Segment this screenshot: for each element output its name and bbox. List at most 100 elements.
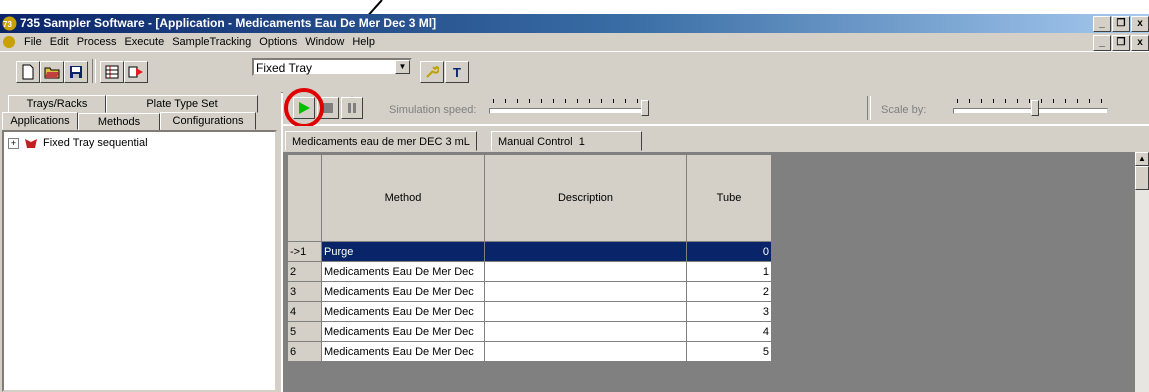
document-tabs: Medicaments eau de mer DEC 3 mL Manual C… (283, 126, 1149, 152)
tab-methods[interactable]: Methods (78, 113, 160, 131)
tab-trays-racks[interactable]: Trays/Racks (8, 95, 106, 113)
speed-slider-thumb[interactable] (641, 100, 649, 116)
menu-bar: File Edit Process Execute SampleTracking… (0, 33, 1149, 51)
tools-button[interactable] (420, 61, 444, 83)
cell-method[interactable]: Medicaments Eau De Mer Dec (321, 341, 485, 362)
table-row[interactable]: 5 Medicaments Eau De Mer Dec 4 (287, 321, 772, 342)
row-number[interactable]: 6 (287, 341, 322, 362)
tab-configurations[interactable]: Configurations (160, 112, 256, 130)
menu-file[interactable]: File (20, 33, 46, 51)
expand-icon[interactable]: + (8, 137, 19, 149)
menu-edit[interactable]: Edit (46, 33, 73, 51)
methods-table[interactable]: Method Description Tube ->1 Purge 0 2 Me… (287, 154, 772, 362)
vertical-scrollbar[interactable]: ▲ (1135, 152, 1149, 392)
speed-slider[interactable] (489, 108, 644, 114)
restore-button[interactable]: ❐ (1112, 16, 1130, 32)
row-number[interactable]: 4 (287, 301, 322, 322)
run-button[interactable] (124, 61, 148, 83)
tab-medicaments-eau-de-mer[interactable]: Medicaments eau de mer DEC 3 mL (285, 131, 477, 151)
cell-tube[interactable]: 1 (686, 261, 772, 282)
text-button[interactable]: T (445, 61, 469, 83)
column-header-description[interactable]: Description (484, 154, 687, 242)
simulation-speed-label: Simulation speed: (389, 104, 477, 116)
cell-description[interactable] (484, 281, 687, 302)
cell-method[interactable]: Medicaments Eau De Mer Dec (321, 301, 485, 322)
menu-execute[interactable]: Execute (120, 33, 168, 51)
cell-method[interactable]: Medicaments Eau De Mer Dec (321, 281, 485, 302)
save-disk-icon (70, 66, 82, 78)
close-button[interactable]: x (1131, 16, 1149, 32)
doc-minimize-button[interactable]: _ (1093, 35, 1111, 51)
table-row[interactable]: 4 Medicaments Eau De Mer Dec 3 (287, 301, 772, 322)
speed-ticks (493, 99, 638, 103)
tab-plate-type-set[interactable]: Plate Type Set (106, 95, 258, 113)
window-title: 735 Sampler Software - [Application - Me… (20, 16, 437, 30)
tree-item-fixed-tray-sequential[interactable]: + Fixed Tray sequential (8, 136, 148, 150)
table-row[interactable]: 6 Medicaments Eau De Mer Dec 5 (287, 341, 772, 362)
minimize-button[interactable]: _ (1093, 16, 1111, 32)
row-number[interactable]: 2 (287, 261, 322, 282)
title-bar: 73 735 Sampler Software - [Application -… (0, 14, 1149, 33)
tree-item-label: Fixed Tray sequential (43, 137, 148, 149)
method-tree[interactable]: + Fixed Tray sequential (2, 130, 277, 392)
grid-button[interactable] (100, 61, 124, 83)
scale-slider-thumb[interactable] (1031, 100, 1039, 116)
chevron-down-icon[interactable]: ▼ (395, 60, 410, 74)
open-folder-icon (44, 67, 60, 79)
menu-options[interactable]: Options (255, 33, 301, 51)
open-button[interactable] (40, 61, 64, 83)
methods-grid-area: Method Description Tube ->1 Purge 0 2 Me… (283, 152, 1135, 392)
table-row[interactable]: ->1 Purge 0 (287, 241, 772, 262)
toolbar-separator (92, 59, 96, 83)
method-icon (25, 139, 37, 148)
column-header-tube[interactable]: Tube (686, 154, 772, 242)
scale-by-label: Scale by: (881, 104, 927, 116)
menu-help[interactable]: Help (348, 33, 379, 51)
row-number[interactable]: 5 (287, 321, 322, 342)
table-row[interactable]: 2 Medicaments Eau De Mer Dec 1 (287, 261, 772, 282)
doc-close-button[interactable]: x (1131, 35, 1149, 51)
cell-tube[interactable]: 0 (686, 241, 772, 262)
column-header-method[interactable]: Method (321, 154, 485, 242)
annotation-circle (284, 88, 324, 128)
run-arrow-icon (128, 66, 143, 78)
save-button[interactable] (64, 61, 88, 83)
cell-description[interactable] (484, 341, 687, 362)
scrollbar-thumb[interactable] (1135, 166, 1149, 190)
cell-tube[interactable]: 4 (686, 321, 772, 342)
pause-button[interactable] (341, 97, 363, 119)
table-row[interactable]: 3 Medicaments Eau De Mer Dec 2 (287, 281, 772, 302)
table-header-row: Method Description Tube (287, 154, 772, 242)
menu-process[interactable]: Process (73, 33, 121, 51)
cell-tube[interactable]: 3 (686, 301, 772, 322)
main-toolbar: T (0, 51, 1149, 93)
cell-method[interactable]: Medicaments Eau De Mer Dec (321, 261, 485, 282)
row-number[interactable]: ->1 (287, 241, 322, 262)
new-button[interactable] (16, 61, 40, 83)
cell-description[interactable] (484, 321, 687, 342)
toolbar-separator (867, 96, 871, 120)
tab-applications[interactable]: Applications (2, 112, 78, 130)
scroll-up-icon[interactable]: ▲ (1135, 152, 1149, 166)
tab-manual-control[interactable]: Manual Control 1 (491, 131, 642, 151)
pause-icon (348, 103, 356, 113)
document-icon[interactable] (2, 35, 16, 49)
menu-window[interactable]: Window (301, 33, 348, 51)
row-number[interactable]: 3 (287, 281, 322, 302)
cell-tube[interactable]: 5 (686, 341, 772, 362)
doc-restore-button[interactable]: ❐ (1112, 35, 1130, 51)
cell-tube[interactable]: 2 (686, 281, 772, 302)
cell-description[interactable] (484, 301, 687, 322)
app-icon: 73 (2, 16, 17, 31)
text-t-icon: T (453, 64, 461, 80)
cell-method[interactable]: Purge (321, 241, 485, 262)
manual-control-count: 1 (578, 136, 585, 148)
cell-description[interactable] (484, 261, 687, 282)
menu-sampletracking[interactable]: SampleTracking (168, 33, 255, 51)
cell-method[interactable]: Medicaments Eau De Mer Dec (321, 321, 485, 342)
cell-description[interactable] (484, 241, 687, 262)
svg-text:73: 73 (3, 20, 12, 29)
new-document-icon (22, 64, 34, 80)
tray-select[interactable]: Fixed Tray ▼ (252, 58, 412, 76)
grid-icon (105, 65, 119, 79)
